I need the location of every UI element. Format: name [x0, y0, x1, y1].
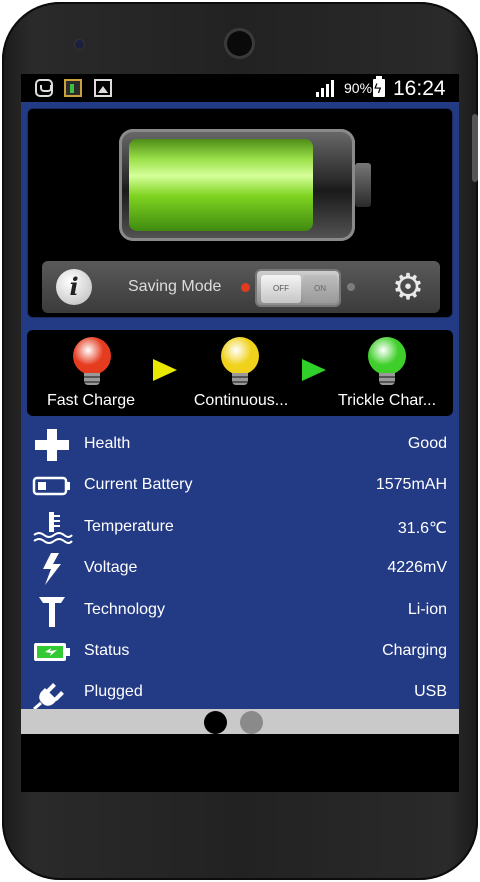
info-value: 4226mV — [387, 559, 447, 576]
battery-level-icon — [119, 129, 355, 241]
info-button[interactable]: i — [56, 269, 92, 305]
saving-mode-toggle[interactable]: OFF ON — [255, 269, 341, 307]
stage-label-trickle: Trickle Char... — [337, 392, 437, 409]
saving-on-indicator — [347, 283, 355, 291]
hammer-icon — [39, 597, 65, 627]
info-label: Voltage — [84, 559, 138, 576]
gallery-icon — [94, 79, 112, 97]
saving-off-indicator — [241, 283, 250, 292]
info-label: Health — [84, 435, 131, 452]
list-item-plugged: Plugged USB — [21, 672, 459, 713]
info-label: Status — [84, 642, 130, 659]
battery-card: i Saving Mode OFF ON ⚙ — [27, 108, 453, 318]
info-value: Good — [407, 435, 447, 452]
charging-battery-icon — [34, 643, 70, 661]
toggle-on-label: ON — [303, 275, 337, 303]
stage-label-continuous: Continuous... — [193, 392, 289, 409]
battery-app-icon — [64, 79, 82, 97]
front-camera-icon — [75, 40, 84, 49]
list-item-technology: Technology Li-ion — [21, 590, 459, 631]
battery-terminal — [355, 163, 371, 207]
info-label: Temperature — [84, 518, 174, 535]
info-value: Li-ion — [407, 601, 447, 618]
page-indicator — [21, 709, 459, 734]
list-item-status: Status Charging — [21, 631, 459, 672]
page-dot-inactive[interactable] — [240, 711, 263, 734]
side-button — [472, 114, 478, 182]
clock: 16:24 — [393, 77, 446, 100]
info-value: USB — [414, 683, 447, 700]
thermometer-icon — [33, 512, 73, 544]
info-value: 31.6℃ — [397, 520, 447, 537]
info-label: Technology — [84, 601, 165, 618]
bottom-area — [21, 734, 459, 792]
info-value: 1575mAH — [375, 476, 447, 493]
stage-arrow-icon — [302, 359, 326, 381]
app-content: i Saving Mode OFF ON ⚙ Fast Charge Conti… — [21, 102, 459, 710]
list-item-health: Health Good — [21, 424, 459, 465]
phone-frame: 90% 16:24 i Saving Mode OFF ON — [2, 2, 478, 880]
control-bar: i Saving Mode OFF ON ⚙ — [42, 261, 440, 313]
screen: 90% 16:24 i Saving Mode OFF ON — [21, 74, 459, 792]
list-item-temperature: Temperature 31.6℃ — [21, 507, 459, 548]
info-label: Current Battery — [84, 476, 193, 493]
battery-percent: 90% — [344, 80, 373, 96]
page-dot-active[interactable] — [204, 711, 227, 734]
continuous-charge-bulb-icon — [221, 337, 259, 389]
battery-charging-icon — [373, 76, 385, 97]
list-item-current-battery: Current Battery 1575mAH — [21, 465, 459, 506]
saving-mode-label: Saving Mode — [128, 278, 222, 295]
lightning-icon — [43, 553, 61, 585]
stage-arrow-icon — [153, 359, 177, 381]
battery-level-fill — [129, 139, 313, 231]
plug-icon — [33, 683, 64, 710]
stage-label-fast: Fast Charge — [46, 392, 136, 409]
status-bar: 90% 16:24 — [21, 74, 459, 102]
fast-charge-bulb-icon — [73, 337, 111, 389]
earpiece-lens-icon — [227, 31, 252, 56]
trickle-charge-bulb-icon — [368, 337, 406, 389]
battery-outline-icon — [32, 476, 70, 496]
plus-health-icon — [35, 429, 69, 461]
settings-gear-icon[interactable]: ⚙ — [388, 267, 428, 307]
charge-stages-card: Fast Charge Continuous... Trickle Char..… — [27, 330, 453, 416]
android-notification-icon — [35, 79, 53, 97]
info-label: Plugged — [84, 683, 143, 700]
toggle-off-label: OFF — [261, 275, 301, 303]
info-value: Charging — [382, 642, 447, 659]
signal-strength-icon — [316, 80, 336, 97]
list-item-voltage: Voltage 4226mV — [21, 548, 459, 589]
